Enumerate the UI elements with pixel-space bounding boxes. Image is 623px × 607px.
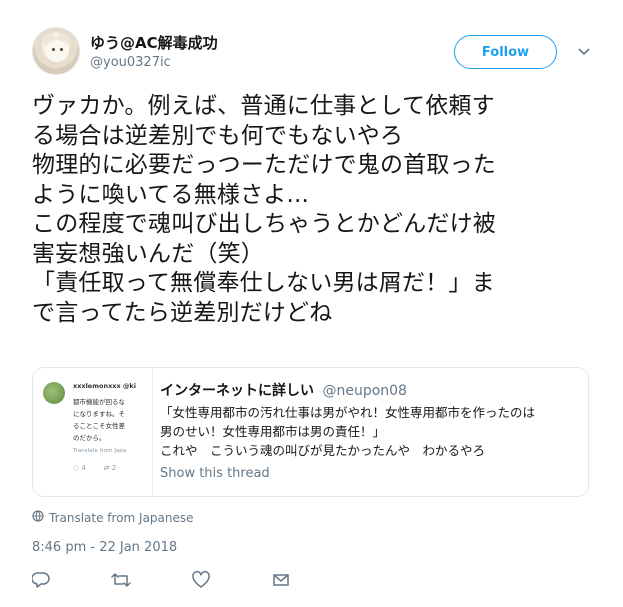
- globe-icon: [32, 510, 44, 525]
- translate-link[interactable]: Translate from Japanese: [32, 510, 194, 525]
- heart-icon[interactable]: [190, 569, 212, 591]
- reply-icon: ◌: [73, 464, 80, 472]
- translate-label: Translate from Japanese: [49, 510, 194, 525]
- display-name[interactable]: ゆう@AC解毒成功: [90, 32, 218, 53]
- quoted-tweet-author[interactable]: インターネットに詳しい @neupon08: [160, 380, 407, 400]
- quoted-tweet[interactable]: xxxlemonxxx @ki 都市機能が回るな になりますね。そ ることこそ女…: [32, 367, 589, 497]
- thumbnail-line: になりますね。そ: [73, 410, 125, 418]
- reply-icon[interactable]: [30, 569, 52, 591]
- retweet-icon: ⇄: [103, 464, 110, 472]
- tweet-text: ヴァカか。例えば、普通に仕事として依頼す る場合は逆差別でも何でもないやろ 物理…: [32, 93, 496, 326]
- envelope-icon[interactable]: [270, 569, 292, 591]
- quoted-tweet-text: 「女性専用都市の汚れ仕事は男がやれ！女性専用都市を作ったのは 男のせい！女性専用…: [160, 405, 536, 458]
- thumbnail-translate: Translate from Japa: [73, 448, 127, 454]
- quoted-tweet-thumbnail[interactable]: xxxlemonxxx @ki 都市機能が回るな になりますね。そ ることこそ女…: [33, 368, 153, 496]
- thumbnail-avatar: [43, 382, 65, 404]
- thumbnail-actions: ◌ 4 ⇄ 2: [73, 464, 116, 472]
- tweet-header: ゆう@AC解毒成功 @you0327ic Follow: [32, 27, 592, 79]
- user-handle[interactable]: @you0327ic: [90, 55, 171, 70]
- follow-button[interactable]: Follow: [454, 35, 557, 69]
- thumbnail-retweet-count: 2: [111, 464, 117, 472]
- avatar[interactable]: [32, 27, 80, 75]
- retweet-icon[interactable]: [110, 569, 132, 591]
- tweet-timestamp[interactable]: 8:46 pm - 22 Jan 2018: [32, 540, 177, 555]
- chevron-down-icon[interactable]: [576, 44, 592, 60]
- show-thread-link[interactable]: Show this thread: [160, 466, 270, 481]
- thumbnail-line: 都市機能が回るな: [73, 398, 125, 406]
- quoted-author-name: インターネットに詳しい: [160, 383, 314, 399]
- thumbnail-line: ることこそ女性差: [73, 422, 125, 430]
- quoted-author-handle: @neupon08: [322, 383, 407, 399]
- tweet-actions: [30, 569, 330, 591]
- thumbnail-reply-count: 4: [81, 464, 86, 472]
- thumbnail-line: のだから。: [73, 434, 106, 442]
- thumbnail-name: xxxlemonxxx @ki: [73, 382, 136, 390]
